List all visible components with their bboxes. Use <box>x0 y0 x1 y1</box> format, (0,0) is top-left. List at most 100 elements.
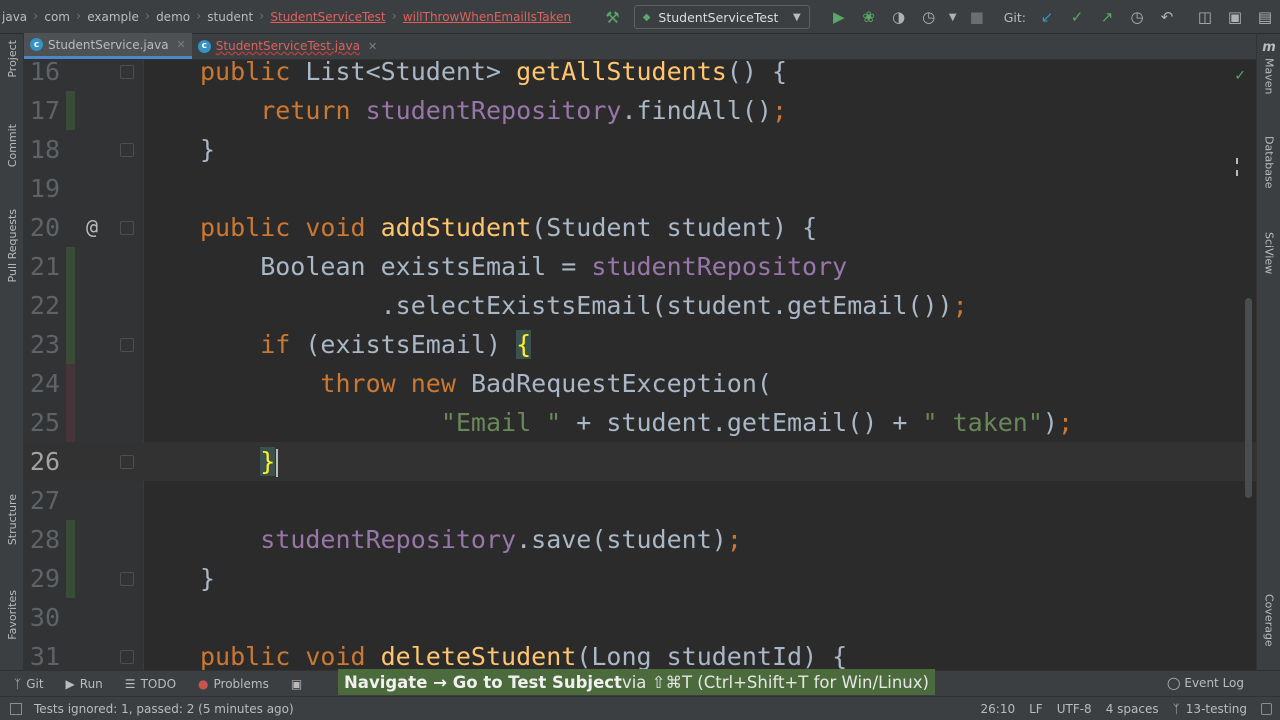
code-text[interactable]: Boolean existsEmail = studentRepository <box>200 247 847 286</box>
close-icon[interactable]: ✕ <box>177 38 186 51</box>
code-text[interactable]: return studentRepository.findAll(); <box>200 91 787 130</box>
fold-marker-icon[interactable] <box>120 455 134 469</box>
line-separator[interactable]: LF <box>1029 702 1043 716</box>
vcs-added-marker[interactable] <box>66 91 75 130</box>
close-icon[interactable]: ✕ <box>368 40 377 53</box>
fold-marker-icon[interactable] <box>120 650 134 664</box>
error-stripe-marker[interactable] <box>1236 158 1238 164</box>
fold-marker-icon[interactable] <box>120 338 134 352</box>
code-text[interactable]: public void deleteStudent(Long studentId… <box>200 637 847 670</box>
stop-icon[interactable]: ■ <box>962 8 992 26</box>
rollback-icon[interactable]: ↶ <box>1152 8 1182 26</box>
vcs-modified-marker[interactable] <box>66 403 75 442</box>
code-text[interactable]: studentRepository.save(student); <box>200 520 742 559</box>
code-line[interactable]: 23 if (existsEmail) { <box>24 325 1256 364</box>
tool-window-favorites[interactable]: Favorites <box>0 590 24 640</box>
vcs-added-marker[interactable] <box>66 325 75 364</box>
tool-window-structure[interactable]: Structure <box>0 494 24 545</box>
indent-setting[interactable]: 4 spaces <box>1106 702 1159 716</box>
vcs-added-marker[interactable] <box>66 286 75 325</box>
code-line[interactable]: 27 <box>24 481 1256 520</box>
line-number[interactable]: 19 <box>24 169 60 208</box>
fold-marker-icon[interactable] <box>120 572 134 586</box>
run-configuration-select[interactable]: ◆ StudentServiceTest ▼ <box>633 5 810 29</box>
line-number[interactable]: 18 <box>24 130 60 169</box>
fold-marker-icon[interactable] <box>120 65 134 79</box>
breadcrumb-item[interactable]: StudentServiceTest <box>266 10 389 24</box>
git-branch[interactable]: 13-testing <box>1186 702 1247 716</box>
line-number[interactable]: 20 <box>24 208 60 247</box>
code-line[interactable]: 28 studentRepository.save(student); <box>24 520 1256 559</box>
implements-gutter-icon[interactable]: @ <box>86 208 98 247</box>
line-number[interactable]: 28 <box>24 520 60 559</box>
run-icon[interactable]: ▶ <box>824 8 854 26</box>
code-line[interactable]: 17 return studentRepository.findAll(); <box>24 91 1256 130</box>
tool-window-run[interactable]: ▶ Run <box>66 677 103 691</box>
line-number[interactable]: 26 <box>24 442 60 481</box>
vcs-modified-marker[interactable] <box>66 364 75 403</box>
git-update-icon[interactable]: ↙ <box>1032 8 1062 26</box>
vcs-added-marker[interactable] <box>66 520 75 559</box>
tool-window-pull-requests[interactable]: Pull Requests <box>0 209 24 282</box>
vcs-added-marker[interactable] <box>66 559 75 598</box>
run-with-coverage-icon[interactable]: ◑ <box>884 8 914 26</box>
tool-window-problems[interactable]: ● Problems <box>198 677 269 691</box>
breadcrumb-item[interactable]: example <box>83 10 143 24</box>
settings-wrench-icon[interactable]: ◫ <box>1190 8 1220 26</box>
toggle-tool-windows-icon[interactable] <box>10 702 22 715</box>
line-number[interactable]: 31 <box>24 637 60 670</box>
code-line[interactable]: 21 Boolean existsEmail = studentReposito… <box>24 247 1256 286</box>
fold-marker-icon[interactable] <box>120 221 134 235</box>
breadcrumb-item[interactable]: willThrowWhenEmailIsTaken <box>399 10 575 24</box>
more-run-options-icon[interactable]: ▼ <box>944 12 962 23</box>
tab-student-service-test[interactable]: c StudentServiceTest.java ✕ <box>192 33 383 59</box>
line-number[interactable]: 16 <box>24 60 60 91</box>
presentation-icon[interactable]: ▤ <box>1250 8 1280 26</box>
code-text[interactable]: "Email " + student.getEmail() + " taken"… <box>200 403 1073 442</box>
code-line[interactable]: 22 .selectExistsEmail(student.getEmail()… <box>24 286 1256 325</box>
line-number[interactable]: 23 <box>24 325 60 364</box>
code-line[interactable]: 24 throw new BadRequestException( <box>24 364 1256 403</box>
history-clock-icon[interactable]: ◷ <box>1122 8 1152 26</box>
code-text[interactable]: } <box>200 130 215 169</box>
code-line[interactable]: 18} <box>24 130 1256 169</box>
status-message[interactable]: Tests ignored: 1, passed: 2 (5 minutes a… <box>34 702 294 716</box>
lock-icon[interactable] <box>1261 703 1272 715</box>
code-text[interactable]: public void addStudent(Student student) … <box>200 208 817 247</box>
tool-window-project[interactable]: Project <box>0 40 24 78</box>
code-text[interactable]: if (existsEmail) { <box>200 325 532 364</box>
code-line[interactable]: 16 public List<Student> getAllStudents() … <box>24 60 1256 91</box>
tool-window-database[interactable]: Database <box>1257 136 1280 189</box>
breadcrumb-item[interactable]: java <box>0 10 31 24</box>
breadcrumb-item[interactable]: demo <box>152 10 194 24</box>
error-stripe-marker[interactable] <box>1236 170 1238 176</box>
line-number[interactable]: 30 <box>24 598 60 637</box>
code-line[interactable]: 30 <box>24 598 1256 637</box>
line-number[interactable]: 22 <box>24 286 60 325</box>
code-editor[interactable]: 16 public List<Student> getAllStudents() … <box>24 60 1256 670</box>
tool-window-git[interactable]: ᛉ Git <box>14 677 44 691</box>
line-number[interactable]: 21 <box>24 247 60 286</box>
tool-window-todo[interactable]: ☰ TODO <box>125 677 176 691</box>
fold-marker-icon[interactable] <box>120 143 134 157</box>
code-line[interactable]: 20 @ public void addStudent(Student studen… <box>24 208 1256 247</box>
line-number[interactable]: 29 <box>24 559 60 598</box>
tool-window-sciview[interactable]: SciView <box>1257 232 1280 274</box>
tool-window-maven[interactable]: Maven <box>1257 58 1280 94</box>
code-text[interactable]: throw new BadRequestException( <box>200 364 772 403</box>
tool-window-terminal[interactable]: ▣ <box>291 677 307 691</box>
file-encoding[interactable]: UTF-8 <box>1057 702 1092 716</box>
project-structure-icon[interactable]: ▣ <box>1220 8 1250 26</box>
git-commit-icon[interactable]: ✓ <box>1062 8 1092 26</box>
no-problems-check-icon[interactable]: ✓ <box>1234 68 1246 84</box>
vcs-added-marker[interactable] <box>66 247 75 286</box>
tool-window-coverage[interactable]: Coverage <box>1257 594 1280 647</box>
tab-student-service[interactable]: c StudentService.java ✕ <box>24 33 192 59</box>
code-line[interactable]: 25 "Email " + student.getEmail() + " tak… <box>24 403 1256 442</box>
git-push-icon[interactable]: ↗ <box>1092 8 1122 26</box>
code-line[interactable]: 19 <box>24 169 1256 208</box>
code-text[interactable]: .selectExistsEmail(student.getEmail()); <box>200 286 968 325</box>
code-line[interactable]: 26 } <box>24 442 1256 481</box>
tool-window-event-log[interactable]: ◯ Event Log <box>1167 670 1244 696</box>
breadcrumb-item[interactable]: student <box>203 10 257 24</box>
